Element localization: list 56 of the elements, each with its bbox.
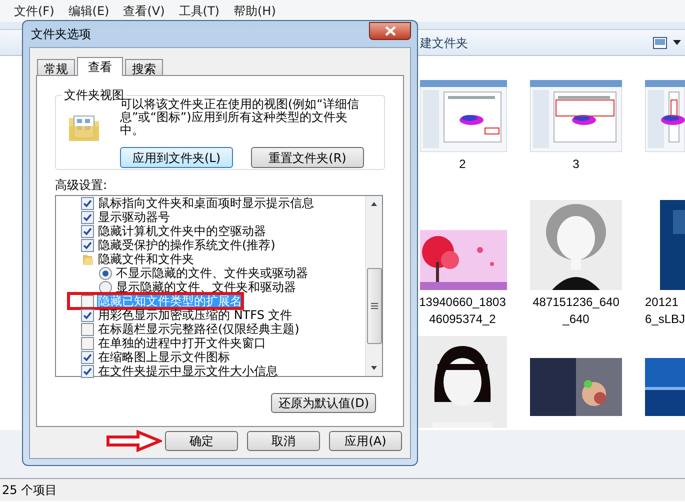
radio-button[interactable] xyxy=(99,280,112,294)
option-label[interactable]: 不显示隐藏的文件、文件夹或驱动器 xyxy=(115,266,309,280)
checkbox[interactable] xyxy=(81,294,94,308)
file-name: 2 xyxy=(459,156,466,173)
file-name: 20121 xyxy=(645,294,678,311)
radio-button[interactable] xyxy=(99,266,112,280)
checkbox[interactable] xyxy=(81,224,94,238)
option-label[interactable]: 用彩色显示加密或压缩的 NTFS 文件 xyxy=(97,308,294,322)
file-name: 6_sLBJ xyxy=(645,311,685,328)
folder-icon xyxy=(81,252,94,266)
checkbox[interactable] xyxy=(81,336,94,350)
option-label[interactable]: 鼠标指向文件夹和桌面项时显示提示信息 xyxy=(97,196,315,210)
option-label[interactable]: 在标题栏显示完整路径(仅限经典主题) xyxy=(97,322,300,336)
menu-item[interactable]: 编辑(E) xyxy=(68,2,110,20)
checkbox[interactable] xyxy=(81,350,94,364)
tab[interactable]: 查看 xyxy=(77,57,123,76)
menu-item[interactable]: 文件(F) xyxy=(14,2,54,20)
close-button[interactable] xyxy=(369,22,411,40)
new-folder-button[interactable]: 建文件夹 xyxy=(420,34,468,52)
tab[interactable]: 常规 xyxy=(37,59,75,75)
status-text: 25 个项目 xyxy=(2,482,58,499)
menu-item[interactable]: 帮助(H) xyxy=(234,2,276,20)
file-name: 13940660_1803 xyxy=(419,294,506,311)
dialog-button[interactable]: 确定 xyxy=(165,431,238,451)
scroll-thumb[interactable] xyxy=(366,268,382,344)
option-label[interactable]: 隐藏计算机文件夹中的空驱动器 xyxy=(97,224,267,238)
checkbox[interactable] xyxy=(81,238,94,252)
option-label[interactable]: 在单独的进程中打开文件夹窗口 xyxy=(97,336,267,350)
view-icon[interactable] xyxy=(653,36,667,48)
menu-item[interactable]: 工具(T) xyxy=(178,2,220,20)
restore-defaults-button[interactable]: 还原为默认值(D) xyxy=(271,393,376,413)
option-label[interactable]: 在缩略图上显示文件图标 xyxy=(97,350,231,364)
option-label[interactable]: 在文件夹提示中显示文件大小信息 xyxy=(97,364,279,378)
option-label[interactable]: 显示驱动器号 xyxy=(97,210,171,224)
file-name: 46095374_2 xyxy=(429,311,496,328)
dialog-button[interactable]: 应用(A) xyxy=(329,431,402,451)
dialog-button[interactable]: 取消 xyxy=(247,431,320,451)
file-name: 3 xyxy=(572,156,580,173)
checkbox[interactable] xyxy=(81,364,94,378)
file-name: 487151236_640 xyxy=(532,294,620,311)
checkbox[interactable] xyxy=(81,322,94,336)
advanced-settings-label: 高级设置: xyxy=(55,178,108,192)
menu-item[interactable]: 查看(V) xyxy=(123,2,165,20)
caret-icon[interactable] xyxy=(673,40,681,45)
file-name: _640 xyxy=(562,311,590,328)
checkbox[interactable] xyxy=(81,196,94,210)
checkbox[interactable] xyxy=(81,210,94,224)
option-label[interactable]: 隐藏文件和文件夹 xyxy=(97,252,195,266)
folder-view-button[interactable]: 应用到文件夹(L) xyxy=(120,147,233,168)
close-icon xyxy=(384,26,396,36)
tab[interactable]: 搜索 xyxy=(125,59,163,75)
option-label[interactable]: 隐藏受保护的操作系统文件(推荐) xyxy=(97,238,276,252)
checkbox[interactable] xyxy=(81,308,94,322)
grip-icon xyxy=(370,303,378,309)
folder-view-button[interactable]: 重置文件夹(R) xyxy=(251,147,364,168)
dialog-title: 文件夹选项 xyxy=(30,26,91,43)
